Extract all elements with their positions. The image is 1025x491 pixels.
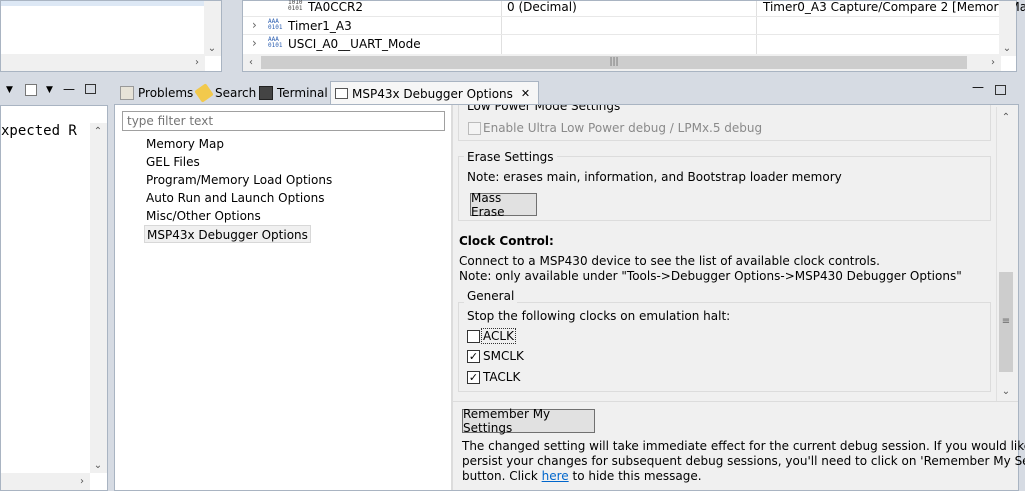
clock-control-line2: Note: only available under "Tools->Debug… xyxy=(459,269,962,283)
registers-table: 1010 0101 TA0CCR2 0 (Decimal) Timer0_A3 C… xyxy=(242,0,1025,72)
scroll-right-icon[interactable]: › xyxy=(189,54,205,70)
table-row[interactable]: › AAA 0101 USCI_A0__UART_Mode xyxy=(243,35,1001,53)
tab-msp43x-debugger-options[interactable]: MSP43x Debugger Options ✕ xyxy=(330,81,540,105)
tree-item-memory-map[interactable]: Memory Map xyxy=(144,135,226,153)
aclk-checkbox[interactable] xyxy=(467,330,480,343)
tab-search[interactable]: Search xyxy=(193,82,260,104)
taclk-label: TACLK xyxy=(483,370,521,384)
filter-input[interactable] xyxy=(122,111,445,131)
register-name: TA0CCR2 xyxy=(308,0,363,14)
register-group-icon: AAA 0101 xyxy=(268,36,283,49)
horizontal-scrollbar[interactable]: › xyxy=(1,54,205,71)
footer-message-line3: button. Click here to hide this message. xyxy=(462,469,1022,484)
search-icon xyxy=(194,83,214,103)
register-value: 0 (Decimal) xyxy=(507,0,577,14)
scroll-thumb[interactable]: ≡ xyxy=(999,272,1013,372)
tab-problems[interactable]: Problems xyxy=(116,82,197,104)
erase-settings-title: Erase Settings xyxy=(464,150,557,164)
scroll-up-icon[interactable]: ⌃ xyxy=(998,109,1014,125)
footer-message-line2: persist your changes for subsequent debu… xyxy=(462,454,1025,468)
mass-erase-button[interactable]: Mass Erase xyxy=(470,191,537,219)
settings-scroll-area: Low Power Mode Settings Enable Ultra Low… xyxy=(453,105,1018,401)
tree-item-auto-run-and-launch-options[interactable]: Auto Run and Launch Options xyxy=(144,189,326,207)
register-group-icon: AAA 0101 xyxy=(268,18,283,31)
register-name: Timer1_A3 xyxy=(288,19,352,33)
horizontal-scrollbar[interactable]: › xyxy=(1,473,90,490)
left-panel-toolbar: ▼ ▼ — xyxy=(0,82,108,102)
selected-row-highlight xyxy=(1,1,205,6)
tree-item-misc-other-options[interactable]: Misc/Other Options xyxy=(144,207,263,225)
remember-my-settings-button[interactable]: Remember My Settings xyxy=(462,407,595,435)
stop-clocks-label: Stop the following clocks on emulation h… xyxy=(467,309,731,323)
vertical-scrollbar[interactable]: ⌄ xyxy=(204,1,221,56)
tab-terminal[interactable]: Terminal xyxy=(255,82,332,104)
maximize-icon[interactable] xyxy=(995,85,1006,95)
hide-message-link[interactable]: here xyxy=(542,469,569,483)
vertical-scrollbar[interactable]: ⌄ xyxy=(999,1,1016,56)
footer-text: button. Click xyxy=(462,469,542,483)
expand-chevron-icon[interactable]: › xyxy=(252,36,257,50)
minimize-icon[interactable]: — xyxy=(63,82,75,96)
ulp-checkbox[interactable] xyxy=(468,122,481,135)
close-icon[interactable]: ✕ xyxy=(521,87,530,100)
dropdown-icon[interactable]: ▼ xyxy=(46,85,53,95)
scroll-right-icon[interactable]: › xyxy=(74,473,90,489)
taclk-checkbox[interactable]: ✓ xyxy=(467,371,480,384)
tab-label: Search xyxy=(215,86,257,100)
footer-message: The changed setting will take immediate … xyxy=(462,439,1025,484)
aclk-label: ACLK xyxy=(481,328,516,344)
tree-item-program-memory-load-options[interactable]: Program/Memory Load Options xyxy=(144,171,334,189)
view-menu-icon[interactable]: ▼ xyxy=(6,85,13,95)
tree-item-msp43x-debugger-options[interactable]: MSP43x Debugger Options xyxy=(144,225,311,243)
ulp-checkbox-label: Enable Ultra Low Power debug / LPMx.5 de… xyxy=(483,121,763,135)
vertical-scrollbar[interactable]: ⌃ ⌄ xyxy=(90,123,107,473)
erase-note: Note: erases main, information, and Boot… xyxy=(467,170,842,184)
maximize-icon[interactable] xyxy=(85,84,96,94)
terminal-icon xyxy=(259,86,273,100)
new-console-icon[interactable] xyxy=(25,84,37,96)
top-left-panel: ⌄ › xyxy=(0,0,222,72)
scroll-down-icon[interactable]: ⌄ xyxy=(998,383,1014,399)
smclk-checkbox[interactable]: ✓ xyxy=(467,350,480,363)
scroll-left-icon[interactable]: ‹ xyxy=(243,54,259,70)
horizontal-scrollbar[interactable]: ‹ ||| › xyxy=(243,54,1001,71)
register-icon: 1010 0101 xyxy=(288,0,303,12)
console-panel: xpected R ⌃ ⌄ › xyxy=(0,105,108,491)
problems-icon xyxy=(120,86,134,100)
low-power-group-title: Low Power Mode Settings xyxy=(464,105,624,113)
erase-settings-group xyxy=(458,156,991,221)
expand-chevron-icon[interactable]: › xyxy=(252,18,257,32)
scroll-down-icon[interactable]: ⌄ xyxy=(90,457,106,473)
register-name: USCI_A0__UART_Mode xyxy=(288,37,421,51)
scroll-down-icon[interactable]: ⌄ xyxy=(999,40,1015,56)
clock-control-title: Clock Control: xyxy=(459,234,554,248)
table-row[interactable]: › AAA 0101 Timer1_A3 xyxy=(243,17,1001,35)
footer-text: to hide this message. xyxy=(568,469,702,483)
scroll-right-icon[interactable]: › xyxy=(985,54,1001,70)
options-icon xyxy=(335,88,348,99)
general-group-title: General xyxy=(464,289,518,303)
minimize-icon[interactable]: — xyxy=(972,80,984,94)
scroll-up-icon[interactable]: ⌃ xyxy=(90,123,106,139)
scroll-down-icon[interactable]: ⌄ xyxy=(204,40,220,56)
console-text: xpected R xyxy=(1,123,77,139)
settings-vertical-scrollbar[interactable]: ⌃ ≡ ⌄ xyxy=(996,107,1014,401)
tab-label: Terminal xyxy=(277,86,328,100)
clock-control-line1: Connect to a MSP430 device to see the li… xyxy=(459,254,880,268)
tab-label: MSP43x Debugger Options xyxy=(352,86,513,101)
table-row[interactable]: 1010 0101 TA0CCR2 0 (Decimal) Timer0_A3 C… xyxy=(243,0,1025,16)
tab-label: Problems xyxy=(138,86,194,100)
footer-message-line1: The changed setting will take immediate … xyxy=(462,439,1025,453)
smclk-label: SMCLK xyxy=(483,349,524,363)
tree-item-gel-files[interactable]: GEL Files xyxy=(144,153,202,171)
scroll-thumb[interactable]: ||| xyxy=(261,56,967,69)
register-description: Timer0_A3 Capture/Compare 2 [Memory Ma xyxy=(763,0,1025,14)
